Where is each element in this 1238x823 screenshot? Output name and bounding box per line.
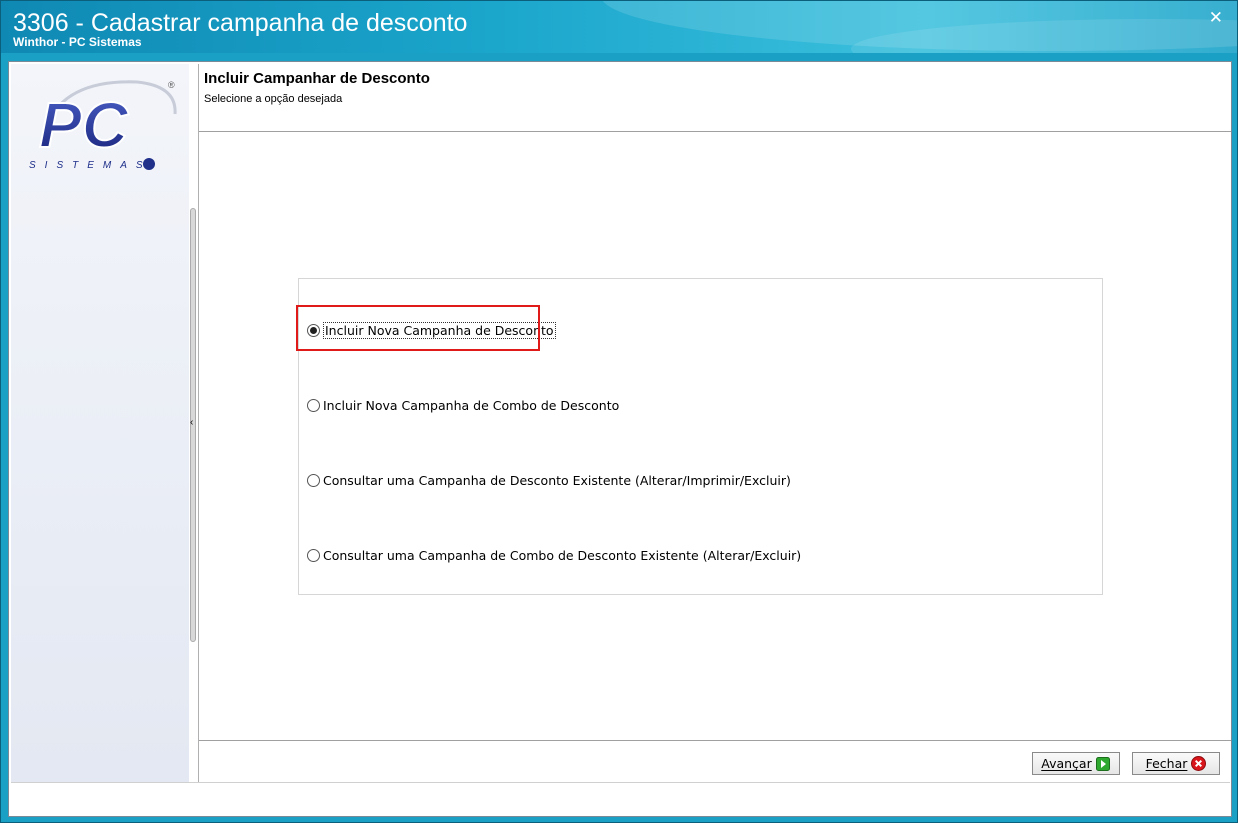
option-label[interactable]: Consultar uma Campanha de Combo de Desco… <box>323 548 801 563</box>
option-label[interactable]: Consultar uma Campanha de Desconto Exist… <box>323 473 791 488</box>
window-title: 3306 - Cadastrar campanha de desconto <box>13 9 468 37</box>
option-consultar-combo[interactable]: Consultar uma Campanha de Combo de Desco… <box>307 545 801 565</box>
client-area: PC SISTEMAS ® ‹ Incluir Campanhar de Des… <box>8 61 1232 817</box>
close-button[interactable]: Fechar <box>1132 752 1220 775</box>
radio-button[interactable] <box>307 398 320 412</box>
status-bar <box>11 782 1230 815</box>
close-red-icon <box>1191 756 1207 771</box>
wizard-header: Incluir Campanhar de Desconto Selecione … <box>199 64 1231 132</box>
title-bar[interactable]: 3306 - Cadastrar campanha de desconto Wi… <box>1 1 1237 53</box>
option-consultar-campanha[interactable]: Consultar uma Campanha de Desconto Exist… <box>307 470 791 490</box>
sidebar: PC SISTEMAS ® <box>11 64 189 782</box>
pc-sistemas-logo: PC SISTEMAS ® <box>29 80 177 171</box>
radio-button[interactable] <box>307 473 320 487</box>
chevron-left-icon[interactable]: ‹ <box>190 418 193 428</box>
highlight-box <box>296 305 540 351</box>
option-incluir-combo[interactable]: Incluir Nova Campanha de Combo de Descon… <box>307 395 619 415</box>
logo-subtext: SISTEMAS <box>29 160 152 171</box>
page-title: Incluir Campanhar de Desconto <box>204 70 430 87</box>
footer-divider <box>199 740 1231 741</box>
next-button[interactable]: Avançar <box>1032 752 1120 775</box>
app-window: 3306 - Cadastrar campanha de desconto Wi… <box>0 0 1238 823</box>
arrow-right-green-icon <box>1096 756 1111 771</box>
panel-splitter[interactable]: ‹ <box>189 64 198 782</box>
close-button-label: Fechar <box>1145 756 1188 771</box>
page-subtitle: Selecione a opção desejada <box>204 93 343 105</box>
option-label[interactable]: Incluir Nova Campanha de Combo de Descon… <box>323 398 619 413</box>
next-button-label: Avançar <box>1041 756 1092 771</box>
window-subtitle: Winthor - PC Sistemas <box>13 35 142 49</box>
logo-letter-p: PC <box>39 89 129 161</box>
radio-button[interactable] <box>307 548 320 562</box>
registered-mark: ® <box>168 80 175 90</box>
wizard-content: Incluir Campanhar de Desconto Selecione … <box>198 64 1231 782</box>
close-icon[interactable]: ✕ <box>1209 9 1223 26</box>
